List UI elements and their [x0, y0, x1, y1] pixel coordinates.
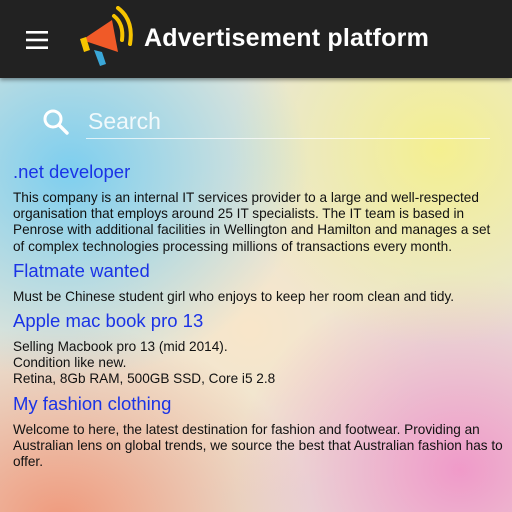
listing-item[interactable]: My fashion clothing Welcome to here, the…: [13, 392, 505, 471]
search-bar: [40, 98, 490, 146]
listing-description: Welcome to here, the latest destination …: [13, 421, 503, 470]
listing-item[interactable]: .net developer This company is an intern…: [13, 160, 505, 255]
listing-title[interactable]: Flatmate wanted: [13, 259, 505, 283]
listing-description: This company is an internal IT services …: [13, 190, 491, 254]
search-icon[interactable]: [42, 108, 70, 136]
hamburger-menu-icon[interactable]: [26, 31, 48, 49]
app-title: Advertisement platform: [144, 24, 430, 52]
listing-description: Selling Macbook pro 13 (mid 2014). Condi…: [13, 339, 276, 387]
search-input[interactable]: [86, 104, 490, 139]
app-bar: Advertisement platform: [0, 0, 512, 78]
listing-title[interactable]: .net developer: [13, 160, 505, 184]
listing-title[interactable]: Apple mac book pro 13: [13, 309, 505, 333]
listing-description: Must be Chinese student girl who enjoys …: [13, 288, 455, 304]
listing-item[interactable]: Apple mac book pro 13 Selling Macbook pr…: [13, 309, 505, 388]
listing-title[interactable]: My fashion clothing: [13, 392, 505, 416]
listing-item[interactable]: Flatmate wanted Must be Chinese student …: [13, 259, 505, 305]
megaphone-icon: [80, 6, 133, 66]
listing-list: .net developer This company is an intern…: [13, 160, 505, 474]
